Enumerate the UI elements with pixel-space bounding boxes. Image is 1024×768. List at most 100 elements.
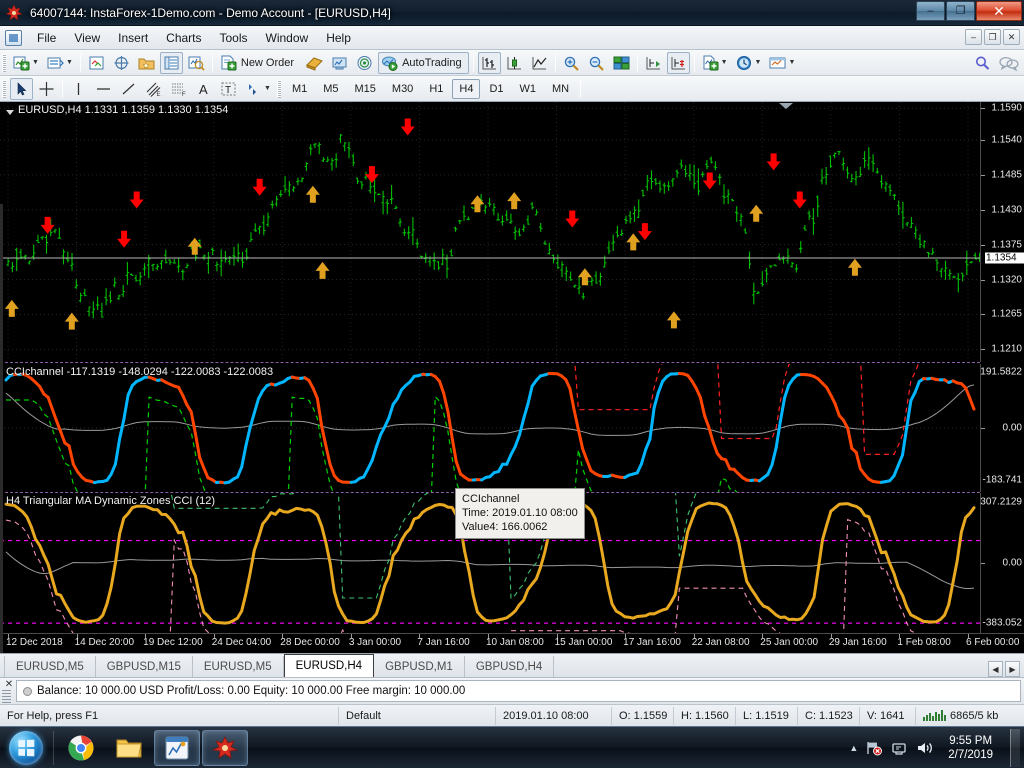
price-pane[interactable]: EURUSD,H4 1.1331 1.1359 1.1330 1.1354 1.… [0, 102, 1024, 362]
cci-plot[interactable] [0, 364, 980, 492]
taskbar-explorer-button[interactable] [106, 730, 152, 766]
auto-scroll-button[interactable] [642, 52, 665, 74]
bar-chart-button[interactable] [478, 52, 501, 74]
equidistant-channel-button[interactable]: E [142, 78, 165, 100]
buy-signal-arrow-icon [316, 262, 330, 279]
autotrading-button[interactable]: AutoTrading [378, 52, 469, 74]
menu-item-insert[interactable]: Insert [109, 28, 157, 48]
tab-scroll-left-button[interactable]: ◀ [988, 661, 1003, 677]
timeframe-m1[interactable]: M1 [285, 79, 314, 99]
start-button[interactable] [2, 729, 50, 767]
shapes-arrows-button[interactable]: ▼ [242, 78, 274, 100]
time-axis[interactable]: 12 Dec 201814 Dec 20:0019 Dec 12:0024 De… [0, 633, 1024, 653]
signals-button[interactable] [353, 52, 376, 74]
templates-button[interactable]: ▼ [766, 52, 798, 74]
menu-item-window[interactable]: Window [257, 28, 318, 48]
timeframe-toolbar-grip[interactable] [277, 80, 281, 98]
navigator-button[interactable] [135, 52, 158, 74]
pane-divider[interactable] [0, 362, 980, 363]
status-connection[interactable]: 6865/5 kb [915, 707, 1024, 725]
new-order-button[interactable]: New Order [217, 52, 301, 74]
maximize-button[interactable]: ❐ [946, 1, 975, 21]
timeframe-m30[interactable]: M30 [385, 79, 420, 99]
terminal-close-icon[interactable]: ✕ [2, 679, 16, 690]
timeframe-w1[interactable]: W1 [513, 79, 544, 99]
timeframe-h1[interactable]: H1 [422, 79, 450, 99]
crosshair-button[interactable] [35, 78, 58, 100]
trendline-button[interactable] [117, 78, 140, 100]
terminal-grip[interactable] [2, 690, 11, 704]
network-error-icon[interactable] [865, 740, 883, 756]
profiles-button[interactable]: ▼ [44, 52, 76, 74]
timeframe-m15[interactable]: M15 [348, 79, 383, 99]
data-window-button[interactable] [110, 52, 133, 74]
chart-tab-gbpusd-h4[interactable]: GBPUSD,H4 [465, 656, 554, 677]
chart-shift-button[interactable] [667, 52, 690, 74]
menu-item-help[interactable]: Help [317, 28, 360, 48]
metaeditor-button[interactable] [303, 52, 326, 74]
volume-icon[interactable] [915, 740, 935, 756]
chart-tab-eurusd-m5-2[interactable]: EURUSD,M5 [193, 656, 284, 677]
mdi-minimize-button[interactable]: – [965, 29, 982, 45]
candlestick-chart-button[interactable] [503, 52, 526, 74]
chart-area[interactable]: EURUSD,H4 1.1331 1.1359 1.1330 1.1354 1.… [0, 102, 1024, 653]
taskbar-app-button[interactable] [202, 730, 248, 766]
text-label-button[interactable]: T [217, 78, 240, 100]
tile-windows-button[interactable] [610, 52, 633, 74]
toolbar-grip[interactable] [2, 80, 6, 98]
tab-scroll-right-button[interactable]: ▶ [1005, 661, 1020, 677]
price-tick [981, 108, 985, 109]
horizontal-line-button[interactable] [92, 78, 115, 100]
find-icon[interactable] [974, 55, 991, 71]
strategy-tester-button[interactable] [185, 52, 208, 74]
zoom-out-button[interactable] [585, 52, 608, 74]
periods-button[interactable]: ▼ [733, 52, 765, 74]
timeframe-m5[interactable]: M5 [316, 79, 345, 99]
chart-menu-caret-icon[interactable] [6, 110, 14, 115]
close-button[interactable]: ✕ [976, 1, 1022, 21]
text-button[interactable]: A [192, 78, 215, 100]
new-chart-button[interactable]: ▼ [10, 52, 42, 74]
taskbar-chrome-button[interactable] [58, 730, 104, 766]
indicators-button[interactable]: ▼ [699, 52, 731, 74]
chart-tab-gbpusd-m15[interactable]: GBPUSD,M15 [96, 656, 193, 677]
cci-scale[interactable]: 191.58220.00-183.741 [980, 364, 1024, 492]
price-plot[interactable] [0, 102, 980, 362]
timeframe-h4[interactable]: H4 [452, 79, 480, 99]
mdi-close-button[interactable]: ✕ [1003, 29, 1020, 45]
minimize-button[interactable]: – [916, 1, 945, 21]
timeframe-d1[interactable]: D1 [482, 79, 510, 99]
price-scale[interactable]: 1.15901.15401.14851.14301.13751.13201.12… [980, 102, 1024, 362]
mdi-restore-button[interactable]: ❐ [984, 29, 1001, 45]
timeframe-mn[interactable]: MN [545, 79, 576, 99]
tray-expand-icon[interactable]: ▲ [849, 743, 858, 753]
zoom-in-button[interactable] [560, 52, 583, 74]
menu-item-tools[interactable]: Tools [211, 28, 257, 48]
show-desktop-button[interactable] [1010, 729, 1020, 767]
chart-scroll-nub[interactable] [779, 103, 793, 109]
taskbar-metatrader-button[interactable] [154, 730, 200, 766]
cci-pane[interactable]: CCIchannel -117.1319 -148.0294 -122.0083… [0, 364, 1024, 492]
chart-tab-eurusd-m5-1[interactable]: EURUSD,M5 [4, 656, 96, 677]
mdi-app-icon[interactable] [5, 30, 22, 46]
terminal-button[interactable] [160, 52, 183, 74]
mql5-community-icon[interactable] [999, 55, 1016, 71]
account-summary-row[interactable]: Balance: 10 000.00 USD Profit/Loss: 0.00… [16, 680, 1021, 702]
action-center-icon[interactable] [890, 740, 908, 756]
chart-tab-gbpusd-m1[interactable]: GBPUSD,M1 [374, 656, 465, 677]
menu-item-view[interactable]: View [65, 28, 109, 48]
menu-item-charts[interactable]: Charts [157, 28, 210, 48]
vertical-line-button[interactable] [67, 78, 90, 100]
menu-item-file[interactable]: File [28, 28, 65, 48]
market-watch-button[interactable] [85, 52, 108, 74]
fibonacci-retracement-button[interactable]: F [167, 78, 190, 100]
status-profile[interactable]: Default [338, 707, 495, 725]
chart-tab-eurusd-h4[interactable]: EURUSD,H4 [284, 654, 374, 677]
line-chart-button[interactable] [528, 52, 551, 74]
toolbar-grip[interactable] [2, 54, 6, 72]
taskbar-clock[interactable]: 9:55 PM 2/7/2019 [942, 734, 999, 762]
expert-advisors-button[interactable] [328, 52, 351, 74]
tma-scale[interactable]: 307.21290.00-383.052 [980, 493, 1024, 633]
time-axis-label: 22 Jan 08:00 [692, 637, 750, 648]
cursor-button[interactable] [10, 78, 33, 100]
